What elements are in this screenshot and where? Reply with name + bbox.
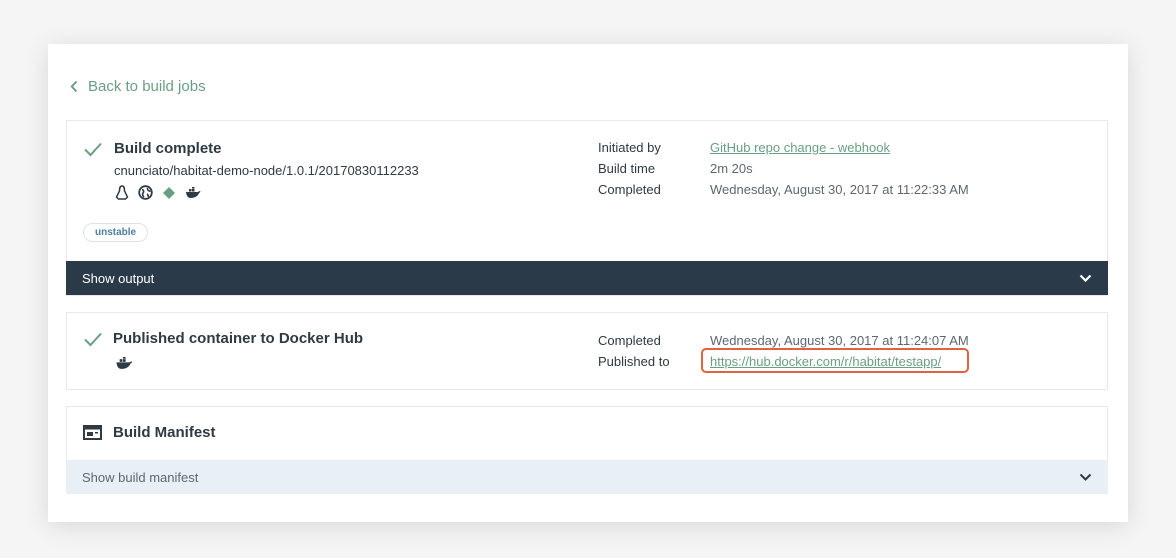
show-manifest-toggle[interactable]: Show build manifest — [66, 460, 1108, 494]
back-link-label: Back to build jobs — [88, 78, 206, 95]
globe-icon — [138, 185, 153, 200]
build-title: Build complete — [114, 140, 222, 157]
chevron-down-icon — [1079, 274, 1092, 282]
build-panel: Build complete cnunciato/habitat-demo-no… — [66, 120, 1108, 296]
manifest-panel: Build Manifest Show build manifest — [66, 406, 1108, 494]
completed-value: Wednesday, August 30, 2017 at 11:22:33 A… — [710, 182, 969, 197]
manifest-icon — [83, 425, 102, 440]
back-link[interactable]: Back to build jobs — [70, 78, 206, 95]
completed-value: Wednesday, August 30, 2017 at 11:24:07 A… — [710, 333, 969, 348]
manifest-title: Build Manifest — [113, 424, 216, 441]
completed-label: Completed — [598, 182, 661, 197]
completed-label: Completed — [598, 333, 661, 348]
initiated-by-link[interactable]: GitHub repo change - webhook — [710, 140, 890, 155]
diamond-icon — [162, 186, 176, 200]
check-icon — [84, 142, 102, 157]
package-identifier: cnunciato/habitat-demo-node/1.0.1/201708… — [114, 163, 419, 178]
initiated-by-label: Initiated by — [598, 140, 661, 155]
build-job-card: Back to build jobs Build complete cnunci… — [48, 44, 1128, 522]
status-badge: unstable — [83, 223, 149, 242]
build-time-label: Build time — [598, 161, 656, 176]
check-icon — [84, 332, 102, 347]
published-to-label: Published to — [598, 354, 670, 369]
highlight-box — [701, 348, 969, 373]
show-output-label: Show output — [82, 270, 155, 286]
docker-icon — [115, 357, 133, 370]
show-output-toggle[interactable]: Show output — [66, 261, 1108, 295]
chevron-left-icon — [70, 80, 78, 93]
docker-icon — [185, 186, 201, 199]
build-time-value: 2m 20s — [710, 161, 753, 176]
chevron-down-icon — [1079, 473, 1092, 481]
publish-title: Published container to Docker Hub — [113, 330, 364, 347]
publish-panel: Published container to Docker Hub Comple… — [66, 312, 1108, 390]
build-meta: Initiated by GitHub repo change - webhoo… — [598, 137, 969, 200]
linux-icon — [115, 185, 129, 200]
show-manifest-label: Show build manifest — [82, 469, 199, 485]
platform-icons — [115, 185, 201, 200]
